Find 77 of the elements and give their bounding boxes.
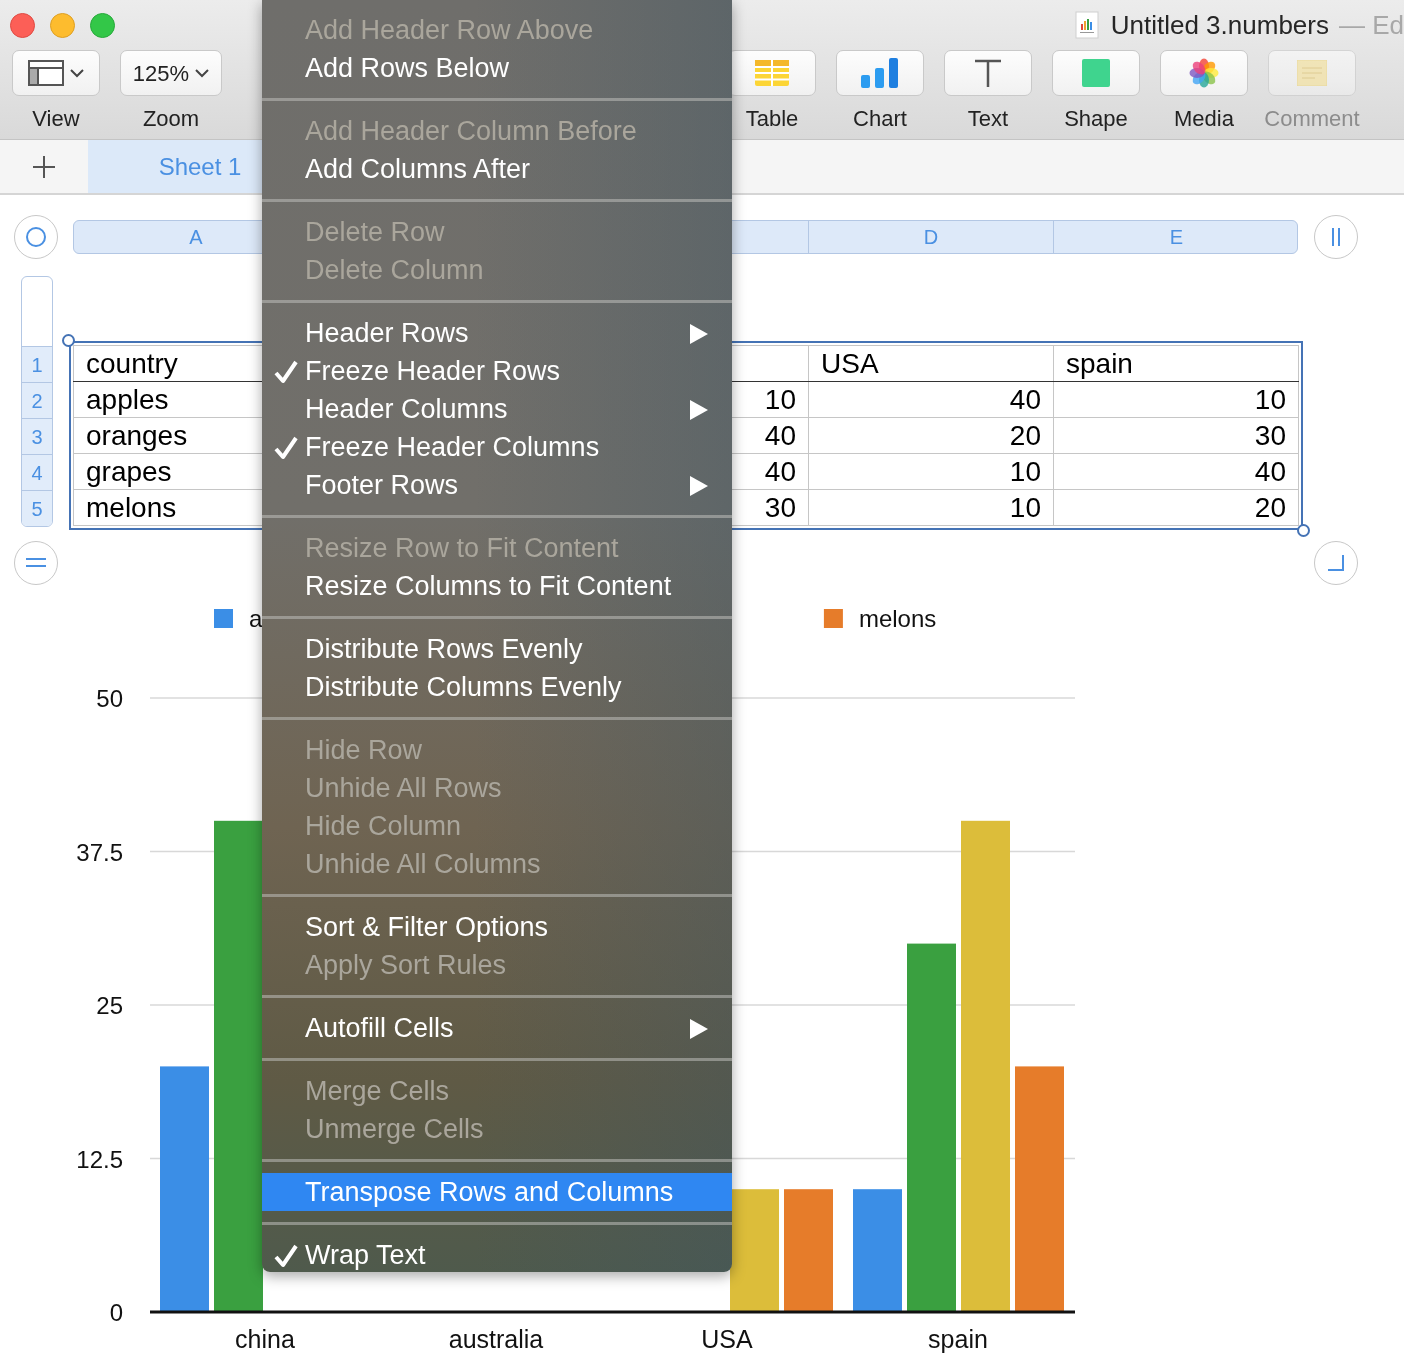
toolbar-label: Shape xyxy=(1064,105,1128,133)
toolbar-button[interactable]: 125% xyxy=(120,50,222,96)
toolbar-label: Text xyxy=(967,105,1009,133)
legend-label: a xyxy=(249,605,263,632)
legend-label: melons xyxy=(858,605,937,632)
circle-icon xyxy=(25,226,47,248)
table-cell: 40 xyxy=(1053,453,1299,490)
category-label: USA xyxy=(701,1325,753,1353)
table-cell: 20 xyxy=(1053,489,1299,526)
corner-icon xyxy=(1327,554,1345,572)
toolbar-button[interactable] xyxy=(836,50,924,96)
toolbar-label: Comment xyxy=(1264,105,1360,133)
sheet-tab[interactable]: Sheet 1 xyxy=(88,140,262,193)
plus-icon xyxy=(32,154,56,179)
window-maximize-button[interactable] xyxy=(90,12,115,38)
category-label: australia xyxy=(448,1325,544,1353)
resize-handle[interactable] xyxy=(1297,524,1310,537)
column-header[interactable]: E xyxy=(1054,221,1299,253)
menu-item[interactable]: Add Columns After xyxy=(262,150,732,188)
table-cell: 10 xyxy=(808,453,1054,490)
row-number[interactable]: 3 xyxy=(22,418,52,454)
category-label: china xyxy=(235,1325,295,1353)
toolbar-label: Zoom xyxy=(142,105,200,133)
menu-item[interactable]: Sort & Filter Options xyxy=(262,908,732,946)
sidebar-layout-icon xyxy=(28,60,64,86)
menu-item[interactable]: Add Rows Below xyxy=(262,49,732,87)
row-number[interactable]: 2 xyxy=(22,382,52,418)
window-subtitle: — Ed xyxy=(1338,8,1404,42)
window-minimize-button[interactable] xyxy=(50,12,75,38)
toolbar-label: View xyxy=(32,105,80,133)
document-icon xyxy=(1074,11,1099,39)
header-cell: spain xyxy=(1053,345,1299,382)
axis-tick-label: 0 xyxy=(109,1299,123,1326)
table-cell: 30 xyxy=(1053,417,1299,454)
flower-icon xyxy=(1189,58,1219,88)
select-table-button[interactable] xyxy=(14,215,58,259)
axis-tick-label: 25 xyxy=(96,992,123,1019)
toolbar-button[interactable] xyxy=(12,50,100,96)
add-column-button[interactable] xyxy=(1314,215,1358,259)
table-cell: 10 xyxy=(808,489,1054,526)
toolbar-label: Table xyxy=(745,105,799,133)
axis-tick-label: 12.5 xyxy=(76,1145,123,1173)
double-line-icon xyxy=(25,557,47,569)
bar-chart-icon xyxy=(861,58,899,88)
window-title: Untitled 3.numbers xyxy=(1110,8,1329,42)
row-number[interactable]: 5 xyxy=(22,490,52,526)
toolbar-button[interactable] xyxy=(1160,50,1248,96)
menu-item[interactable]: Resize Columns to Fit Content xyxy=(262,567,732,605)
axis-tick-label: 37.5 xyxy=(76,838,123,866)
category-label: spain xyxy=(928,1325,988,1353)
resize-table-button[interactable] xyxy=(1314,541,1358,585)
menu-item[interactable]: Distribute Rows Evenly xyxy=(262,630,732,668)
header-cell: USA xyxy=(808,345,1054,382)
toolbar-button[interactable] xyxy=(944,50,1032,96)
window-close-button[interactable] xyxy=(10,12,35,38)
row-number[interactable]: 1 xyxy=(22,346,52,382)
row-number[interactable]: 4 xyxy=(22,454,52,490)
square-icon xyxy=(1082,59,1110,87)
toolbar-label: Media xyxy=(1174,105,1234,133)
chevron-icon xyxy=(70,68,84,78)
menu-item[interactable]: Distribute Columns Evenly xyxy=(262,668,732,706)
table-cell: 10 xyxy=(1053,381,1299,418)
table-cell: 40 xyxy=(808,381,1054,418)
menu-item[interactable]: Wrap Text xyxy=(262,1236,732,1272)
chevron-icon xyxy=(195,68,210,78)
table-cell: 20 xyxy=(808,417,1054,454)
resize-handle[interactable] xyxy=(62,334,75,347)
note-icon xyxy=(1297,60,1327,86)
text-icon xyxy=(974,59,1002,87)
double-bar-icon xyxy=(1330,227,1342,247)
menu-item[interactable]: Autofill Cells xyxy=(262,1009,732,1047)
column-header[interactable]: D xyxy=(809,221,1054,253)
add-row-button[interactable] xyxy=(14,541,58,585)
toolbar-label: Chart xyxy=(853,105,907,133)
table-icon xyxy=(755,60,789,86)
axis-tick-label: 50 xyxy=(96,685,123,712)
menu-item[interactable]: Transpose Rows and Columns xyxy=(262,1173,732,1211)
